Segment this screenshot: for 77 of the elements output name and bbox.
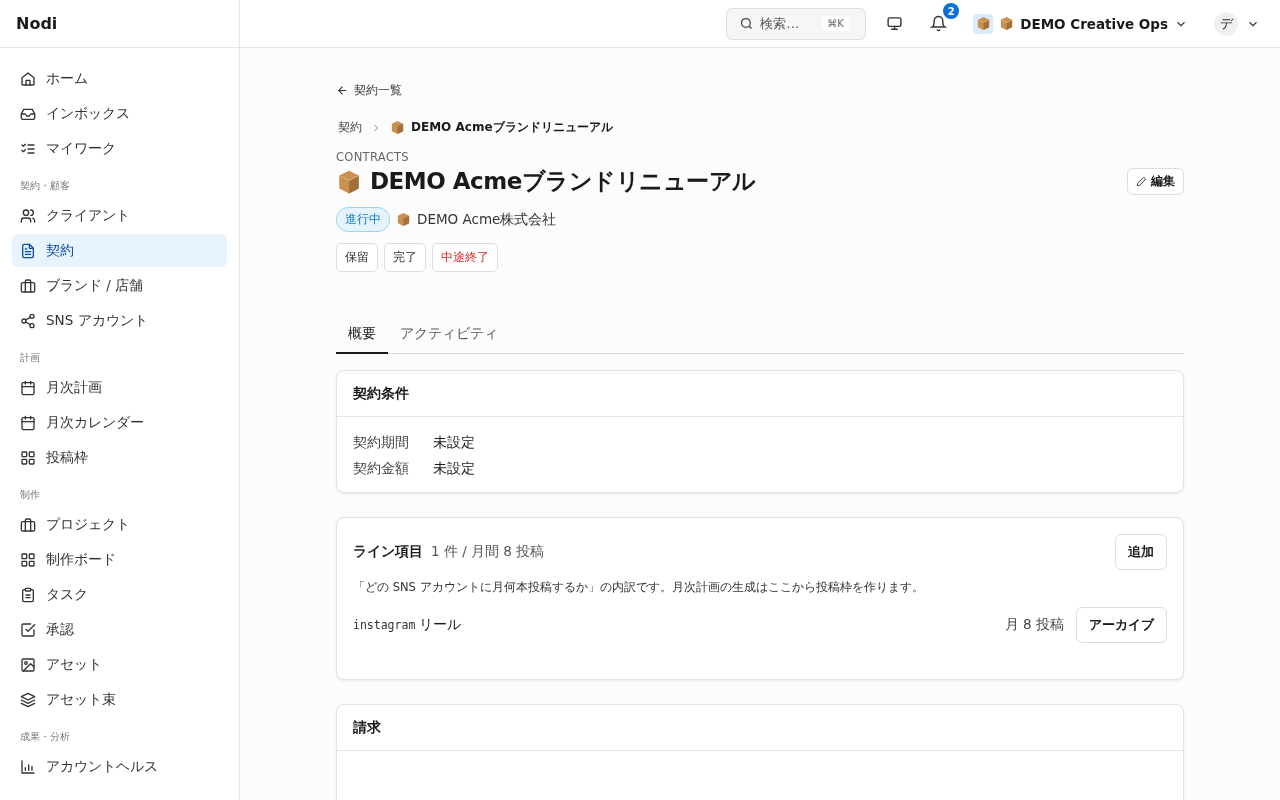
document-icon (20, 242, 36, 259)
pencil-icon (1136, 176, 1147, 187)
grid-icon (20, 551, 36, 568)
platform-name: instagram (353, 618, 416, 632)
sidebar-item[interactable]: ホーム (12, 62, 227, 95)
back-link[interactable]: 契約一覧 (336, 82, 1184, 99)
sidebar-item[interactable]: プロジェクト (12, 508, 227, 541)
breadcrumb-link[interactable]: 契約 (338, 119, 362, 136)
search-field[interactable]: 検索… (760, 16, 817, 31)
app-logo[interactable]: Nodi (16, 14, 58, 33)
section-heading: 計画 (19, 351, 41, 365)
sidebar-item[interactable]: アセット束 (12, 683, 227, 716)
calendar-icon (20, 379, 36, 396)
tab[interactable]: 概要 (336, 316, 388, 354)
clipboard-icon (20, 586, 36, 603)
sidebar-item[interactable]: タスク (12, 578, 227, 611)
status-badge: 進行中 (336, 207, 390, 232)
edit-button[interactable]: 編集 (1127, 168, 1184, 195)
format-name: リール (419, 616, 462, 634)
briefcase-icon (20, 516, 36, 533)
users-icon (20, 207, 36, 224)
notification-count: 2 (943, 3, 960, 19)
sidebar-item[interactable]: SNS アカウント (12, 304, 227, 337)
section-heading: 制作 (19, 488, 41, 502)
page-title: DEMO Acmeブランドリニューアル (370, 167, 756, 196)
bar-chart-icon (20, 758, 36, 775)
sidebar-item[interactable]: インボックス (12, 97, 227, 130)
package-icon (396, 212, 411, 227)
card-title: 契約条件 (353, 384, 409, 403)
status-action-button[interactable]: 中途終了 (432, 243, 498, 272)
add-button[interactable]: 追加 (1115, 534, 1167, 570)
grid-icon (20, 449, 36, 466)
client-name: DEMO Acme株式会社 (417, 210, 557, 229)
sidebar-item[interactable]: アカウントヘルス (12, 750, 227, 783)
status-action-button[interactable]: 完了 (384, 243, 426, 272)
arrow-left-icon (336, 84, 349, 97)
sidebar-item[interactable]: 月次計画 (12, 371, 227, 404)
field-label: 契約期間 (353, 434, 410, 452)
sidebar-item[interactable]: 投稿枠 (12, 441, 227, 474)
sidebar-item[interactable]: アセット (12, 648, 227, 681)
field-value: 未設定 (433, 460, 475, 478)
share-icon (20, 312, 36, 329)
card-title: ライン項目 (353, 543, 423, 561)
section-heading: 契約・顧客 (19, 179, 71, 193)
sidebar-item[interactable]: 契約 (12, 234, 227, 267)
sidebar-item[interactable]: クライアント (12, 199, 227, 232)
line-items-summary: 1 件 / 月間 8 投稿 (431, 543, 545, 561)
archive-button[interactable]: アーカイブ (1076, 607, 1167, 643)
section-heading: 成果・分析 (19, 730, 71, 744)
breadcrumb-current: DEMO Acmeブランドリニューアル (411, 119, 613, 136)
calendar-icon (20, 414, 36, 431)
status-action-button[interactable]: 保留 (336, 243, 378, 272)
field-label: 契約金額 (353, 460, 410, 478)
sidebar-item[interactable]: 承認 (12, 613, 227, 646)
sidebar-item[interactable]: 月次カレンダー (12, 406, 227, 439)
sidebar-item[interactable]: ブランド / 店舗 (12, 269, 227, 302)
monitor-icon[interactable] (886, 15, 904, 32)
workspace-switcher[interactable]: DEMO Creative Ops (973, 13, 1188, 34)
package-icon (390, 120, 405, 135)
sidebar-item[interactable]: 制作ボード (12, 543, 227, 576)
bell-icon[interactable] (930, 15, 948, 32)
layers-icon (20, 691, 36, 708)
post-count: 月 8 投稿 (1004, 616, 1064, 634)
field-value: 未設定 (433, 434, 475, 452)
briefcase-icon (20, 277, 36, 294)
workspace-logo (973, 13, 994, 34)
shortcut-hint: ⌘K (822, 16, 849, 31)
section-label: CONTRACTS (336, 150, 410, 164)
card-title: 請求 (353, 718, 381, 737)
description: 「どの SNS アカウントに月何本投稿するか」の内訳です。月次計画の生成はここから投稿枠を作ります。 (353, 580, 925, 595)
sidebar-item[interactable]: マイワーク (12, 132, 227, 165)
image-icon (20, 656, 36, 673)
tab[interactable]: アクティビティ (388, 316, 510, 354)
home-icon (20, 70, 36, 87)
package-icon (336, 168, 362, 195)
package-icon (999, 16, 1015, 31)
checkbox-icon (20, 621, 36, 638)
